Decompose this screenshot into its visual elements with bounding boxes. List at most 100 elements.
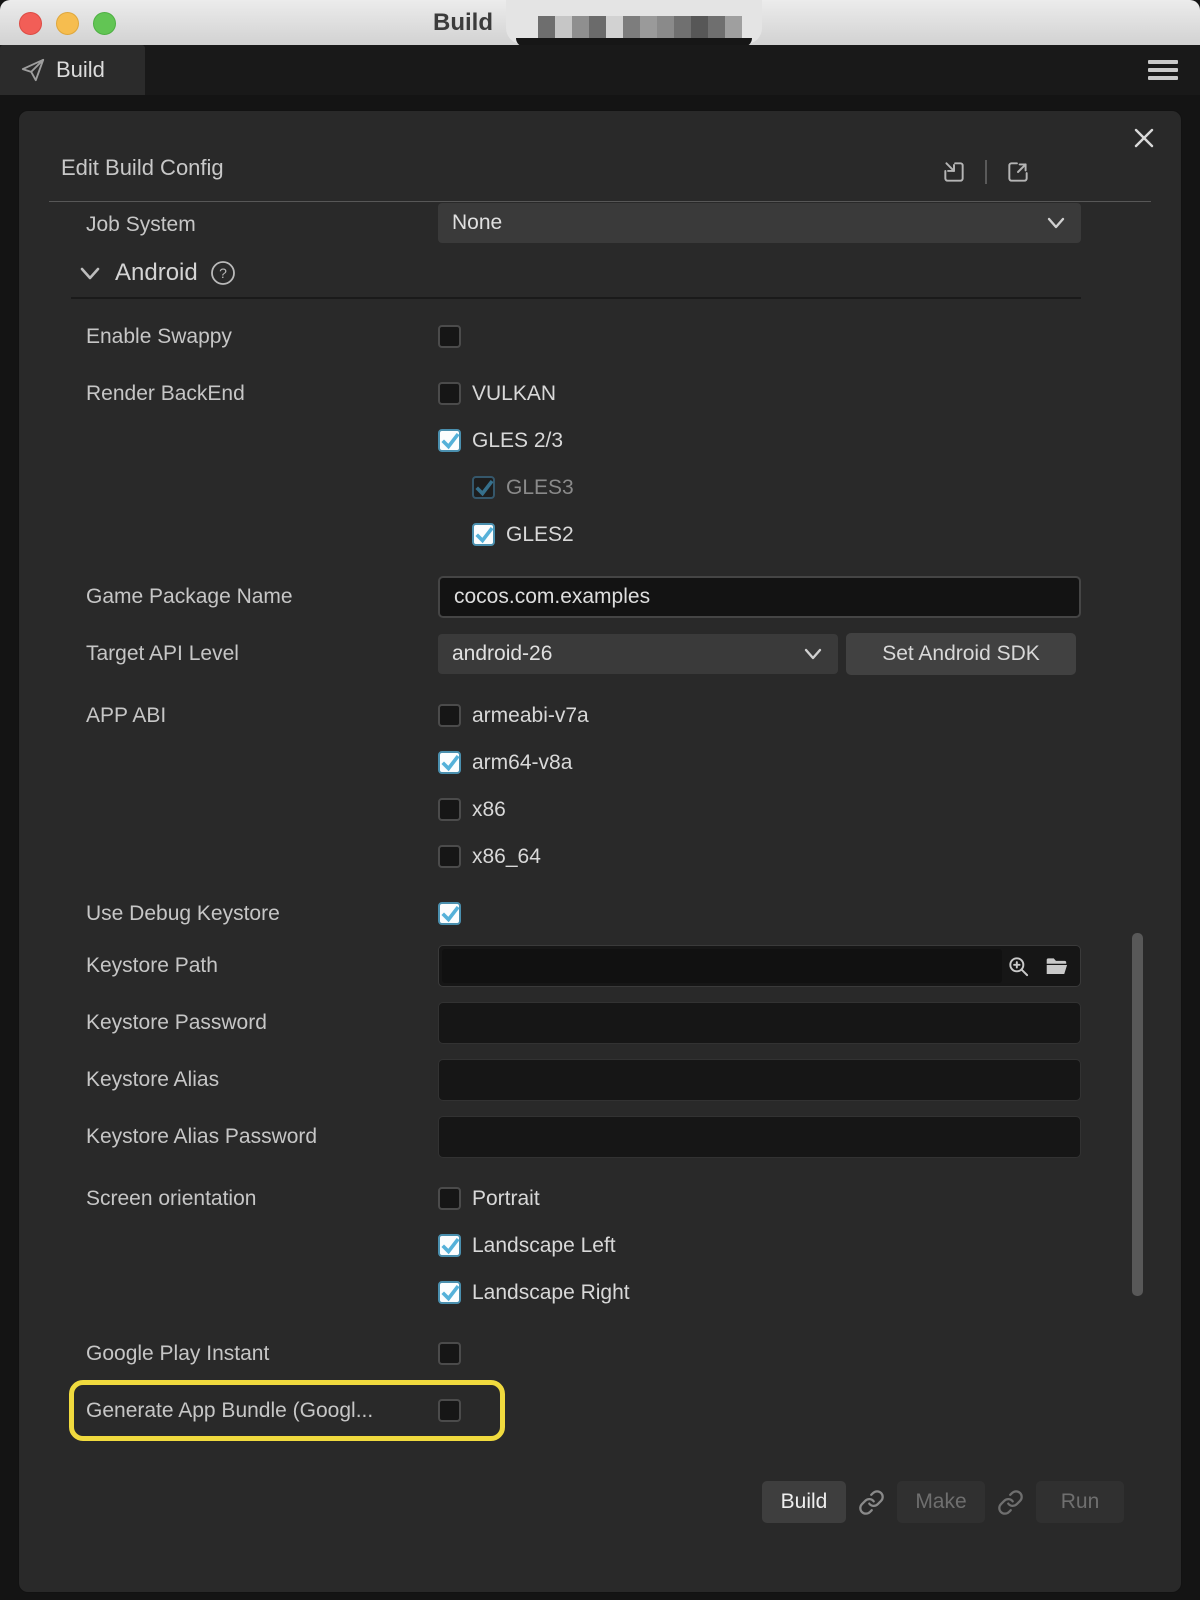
set-android-sdk-button[interactable]: Set Android SDK: [846, 633, 1076, 675]
option-x86-64: x86_64: [438, 833, 1081, 880]
chevron-down-icon: [804, 647, 822, 665]
option-gles3: GLES3: [438, 464, 1081, 511]
checkbox[interactable]: [438, 1234, 461, 1257]
checkbox[interactable]: [438, 1281, 461, 1304]
generate-app-bundle-checkbox[interactable]: [438, 1399, 461, 1422]
row-keystore-alias: Keystore Alias: [86, 1051, 1081, 1108]
build-button[interactable]: Build: [762, 1481, 846, 1523]
form-rows: Job SystemNoneAndroid?Enable SwappyRende…: [19, 202, 1181, 1584]
folder-icon[interactable]: [1044, 954, 1070, 985]
keystore-path-input[interactable]: [438, 945, 1081, 987]
row-google-play-instant: Google Play Instant: [86, 1330, 1081, 1377]
checkbox-label: GLES3: [506, 476, 574, 500]
checkbox-label: Landscape Right: [472, 1281, 630, 1305]
checkbox[interactable]: [438, 1187, 461, 1210]
chevron-down-icon: [1047, 216, 1065, 234]
close-window-button[interactable]: [19, 12, 42, 35]
checkbox-label: GLES 2/3: [472, 429, 563, 453]
tab-build[interactable]: Build: [0, 45, 145, 95]
checkbox[interactable]: [472, 523, 495, 546]
use-debug-keystore-checkbox[interactable]: [438, 902, 461, 925]
chevron-down-icon[interactable]: [79, 265, 101, 281]
select-value: android-26: [452, 642, 552, 666]
row-app-abi: APP ABI armeabi-v7a arm64-v8a x86 x86_64: [86, 692, 1081, 880]
window-title: Build: [433, 9, 493, 37]
svg-text:?: ?: [219, 265, 227, 281]
zoom-icon[interactable]: [1006, 954, 1032, 985]
checkbox-label: GLES2: [506, 523, 574, 547]
checkbox[interactable]: [438, 429, 461, 452]
row-job-system: Job SystemNone: [86, 202, 1081, 247]
field-label: Use Debug Keystore: [86, 902, 438, 926]
minimize-window-button[interactable]: [56, 12, 79, 35]
google-play-instant-checkbox[interactable]: [438, 1342, 461, 1365]
field-label: Keystore Alias Password: [86, 1125, 438, 1149]
target-api-level-select[interactable]: android-26: [438, 634, 838, 674]
checkbox: [472, 476, 495, 499]
row-render-backend: Render BackEnd VULKAN GLES 2/3 GLES3 GLES2: [86, 370, 1081, 558]
checkbox-label: x86_64: [472, 845, 541, 869]
checkbox-label: arm64-v8a: [472, 751, 572, 775]
dialog-title: Edit Build Config: [61, 155, 224, 181]
field-label: APP ABI: [86, 692, 438, 739]
send-icon: [20, 57, 46, 83]
checkbox-label: armeabi-v7a: [472, 704, 589, 728]
checkbox[interactable]: [438, 704, 461, 727]
help-icon[interactable]: ?: [210, 260, 236, 286]
option-portrait: Portrait: [438, 1175, 1081, 1222]
option-arm64-v8a: arm64-v8a: [438, 739, 1081, 786]
row-use-debug-keystore: Use Debug Keystore: [86, 890, 1081, 937]
window-titlebar: Build: [0, 0, 1200, 46]
tab-bar: Build: [0, 45, 1200, 95]
checkbox-label: VULKAN: [472, 382, 556, 406]
hamburger-menu-icon[interactable]: [1148, 60, 1178, 80]
select-value: None: [452, 211, 502, 235]
option-vulkan: VULKAN: [438, 370, 1081, 417]
toolbar-divider: [985, 160, 987, 184]
option-armeabi-v7a: armeabi-v7a: [438, 692, 1081, 739]
field-label: Keystore Password: [86, 1011, 438, 1035]
game-package-name-input[interactable]: [438, 576, 1081, 618]
field-label: Game Package Name: [86, 585, 438, 609]
zoom-window-button[interactable]: [93, 12, 116, 35]
field-label: Generate App Bundle (Googl...: [86, 1399, 438, 1423]
checkbox-label: Portrait: [472, 1187, 540, 1211]
checkbox[interactable]: [438, 382, 461, 405]
field-label: Keystore Alias: [86, 1068, 438, 1092]
import-build-config-icon[interactable]: [941, 159, 967, 185]
keystore-password-input[interactable]: [438, 1002, 1081, 1044]
link-icon: [997, 1489, 1024, 1516]
job-system-select[interactable]: None: [438, 203, 1081, 243]
option-gles2: GLES2: [438, 511, 1081, 558]
close-icon[interactable]: [1129, 123, 1159, 153]
field-label: Google Play Instant: [86, 1342, 438, 1366]
tab-label: Build: [56, 57, 105, 83]
row-keystore-alias-password: Keystore Alias Password: [86, 1108, 1081, 1165]
row-enable-swappy: Enable Swappy: [86, 313, 1081, 360]
link-icon: [858, 1489, 885, 1516]
enable-swappy-checkbox[interactable]: [438, 325, 461, 348]
make-button: Make: [897, 1481, 985, 1523]
keystore-alias-password-input[interactable]: [438, 1116, 1081, 1158]
section-label: Android: [115, 259, 198, 287]
option-x86: x86: [438, 786, 1081, 833]
option-landscape-right: Landscape Right: [438, 1269, 1081, 1316]
field-label: Target API Level: [86, 642, 438, 666]
field-label: Keystore Path: [86, 954, 438, 978]
export-build-config-icon[interactable]: [1005, 159, 1031, 185]
vertical-scrollbar-thumb[interactable]: [1132, 933, 1143, 1296]
keystore-alias-input[interactable]: [438, 1059, 1081, 1101]
checkbox-label: Landscape Left: [472, 1234, 616, 1258]
checkbox[interactable]: [438, 845, 461, 868]
checkbox[interactable]: [438, 798, 461, 821]
run-button: Run: [1036, 1481, 1124, 1523]
checkbox[interactable]: [438, 751, 461, 774]
field-label: Render BackEnd: [86, 370, 438, 417]
footer-actions: Build Make Run: [762, 1481, 1124, 1523]
row-screen-orientation: Screen orientationPortraitLandscape Left…: [86, 1175, 1081, 1316]
section-android-section: Android?: [86, 249, 1081, 297]
row-generate-app-bundle: Generate App Bundle (Googl...: [86, 1387, 1081, 1434]
redacted-region: [506, 0, 762, 44]
row-target-api-level: Target API Level android-26 Set Android SD…: [86, 625, 1081, 682]
field-label: Enable Swappy: [86, 325, 438, 349]
